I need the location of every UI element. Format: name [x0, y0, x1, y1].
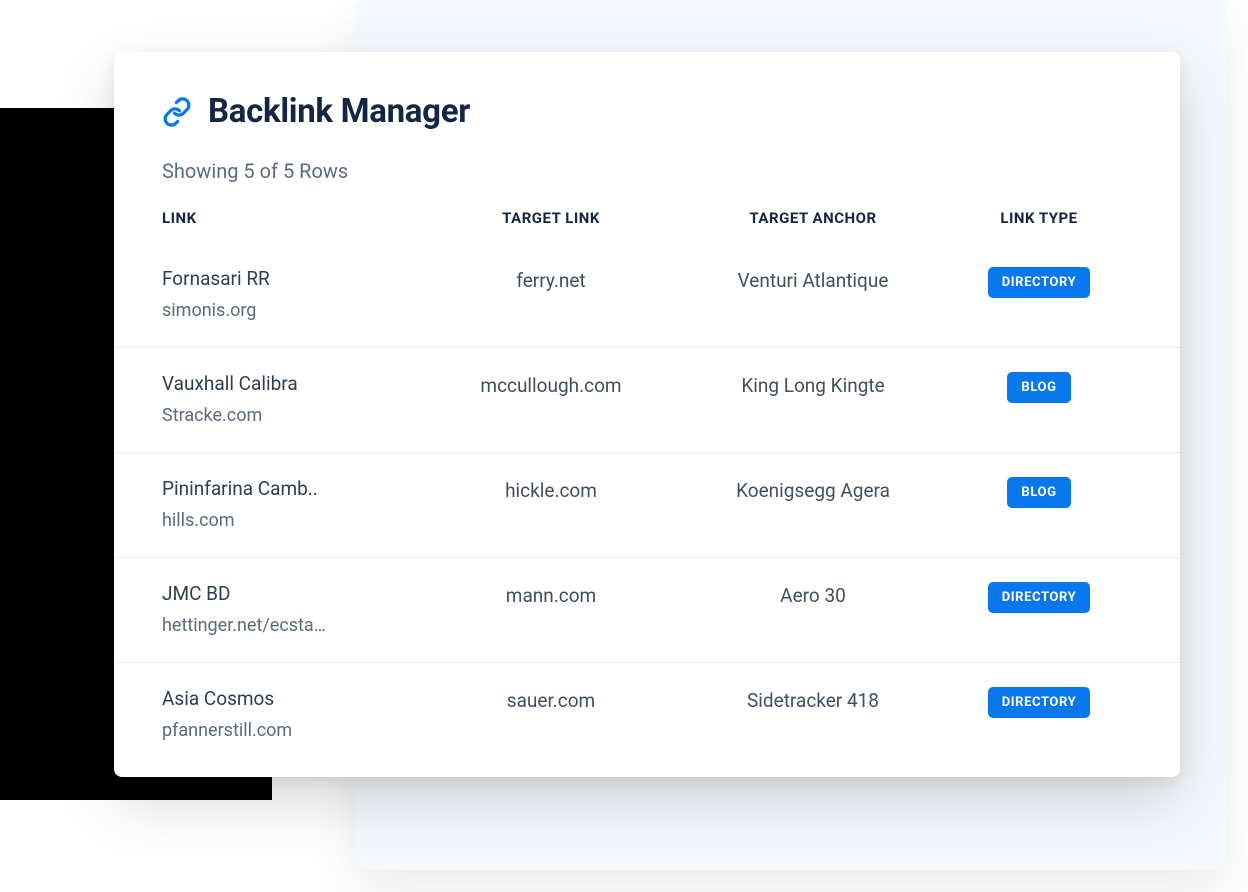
target-anchor-cell: King Long Kingte	[678, 372, 948, 397]
target-link-cell: hickle.com	[424, 477, 678, 502]
page-title: Backlink Manager	[208, 92, 470, 131]
link-domain: hills.com	[162, 510, 392, 531]
column-header-target-link[interactable]: TARGET LINK	[424, 209, 678, 227]
link-type-cell: DIRECTORY	[948, 582, 1130, 613]
column-header-link[interactable]: LINK	[162, 209, 424, 227]
link-type-cell: DIRECTORY	[948, 687, 1130, 718]
link-cell: Fornasari RR simonis.org	[162, 267, 424, 321]
table-row[interactable]: Asia Cosmos pfannerstill.com sauer.com S…	[114, 662, 1180, 767]
link-domain: Stracke.com	[162, 405, 392, 426]
link-name: Fornasari RR	[162, 267, 392, 290]
link-cell: Pininfarina Camb.. hills.com	[162, 477, 424, 531]
target-anchor-cell: Venturi Atlantique	[678, 267, 948, 292]
target-link-cell: mccullough.com	[424, 372, 678, 397]
link-cell: JMC BD hettinger.net/ecsta…	[162, 582, 424, 636]
link-name: Pininfarina Camb..	[162, 477, 392, 500]
backlink-manager-card: Backlink Manager Showing 5 of 5 Rows LIN…	[114, 52, 1180, 777]
link-name: Vauxhall Calibra	[162, 372, 392, 395]
table-row[interactable]: Vauxhall Calibra Stracke.com mccullough.…	[114, 347, 1180, 452]
link-cell: Asia Cosmos pfannerstill.com	[162, 687, 424, 741]
link-type-badge[interactable]: DIRECTORY	[988, 267, 1091, 298]
link-type-badge[interactable]: DIRECTORY	[988, 582, 1091, 613]
target-anchor-cell: Sidetracker 418	[678, 687, 948, 712]
link-domain: simonis.org	[162, 300, 392, 321]
link-type-cell: BLOG	[948, 372, 1130, 403]
table-body: Fornasari RR simonis.org ferry.net Ventu…	[114, 243, 1180, 767]
column-header-target-anchor[interactable]: TARGET ANCHOR	[678, 209, 948, 227]
link-cell: Vauxhall Calibra Stracke.com	[162, 372, 424, 426]
link-type-badge[interactable]: BLOG	[1007, 372, 1070, 403]
link-domain: hettinger.net/ecsta…	[162, 615, 392, 636]
rows-count-subtitle: Showing 5 of 5 Rows	[162, 159, 1132, 183]
column-header-link-type[interactable]: LINK TYPE	[948, 209, 1130, 227]
target-anchor-cell: Koenigsegg Agera	[678, 477, 948, 502]
link-name: Asia Cosmos	[162, 687, 392, 710]
link-type-cell: BLOG	[948, 477, 1130, 508]
link-type-cell: DIRECTORY	[948, 267, 1130, 298]
link-type-badge[interactable]: BLOG	[1007, 477, 1070, 508]
target-anchor-cell: Aero 30	[678, 582, 948, 607]
title-row: Backlink Manager	[162, 92, 1132, 131]
link-name: JMC BD	[162, 582, 392, 605]
table-header-row: LINK TARGET LINK TARGET ANCHOR LINK TYPE	[114, 209, 1180, 243]
card-header: Backlink Manager Showing 5 of 5 Rows	[114, 92, 1180, 183]
table-row[interactable]: JMC BD hettinger.net/ecsta… mann.com Aer…	[114, 557, 1180, 662]
link-chain-icon	[162, 97, 192, 127]
link-domain: pfannerstill.com	[162, 720, 392, 741]
table-row[interactable]: Fornasari RR simonis.org ferry.net Ventu…	[114, 243, 1180, 347]
target-link-cell: mann.com	[424, 582, 678, 607]
link-type-badge[interactable]: DIRECTORY	[988, 687, 1091, 718]
table-row[interactable]: Pininfarina Camb.. hills.com hickle.com …	[114, 452, 1180, 557]
target-link-cell: ferry.net	[424, 267, 678, 292]
target-link-cell: sauer.com	[424, 687, 678, 712]
